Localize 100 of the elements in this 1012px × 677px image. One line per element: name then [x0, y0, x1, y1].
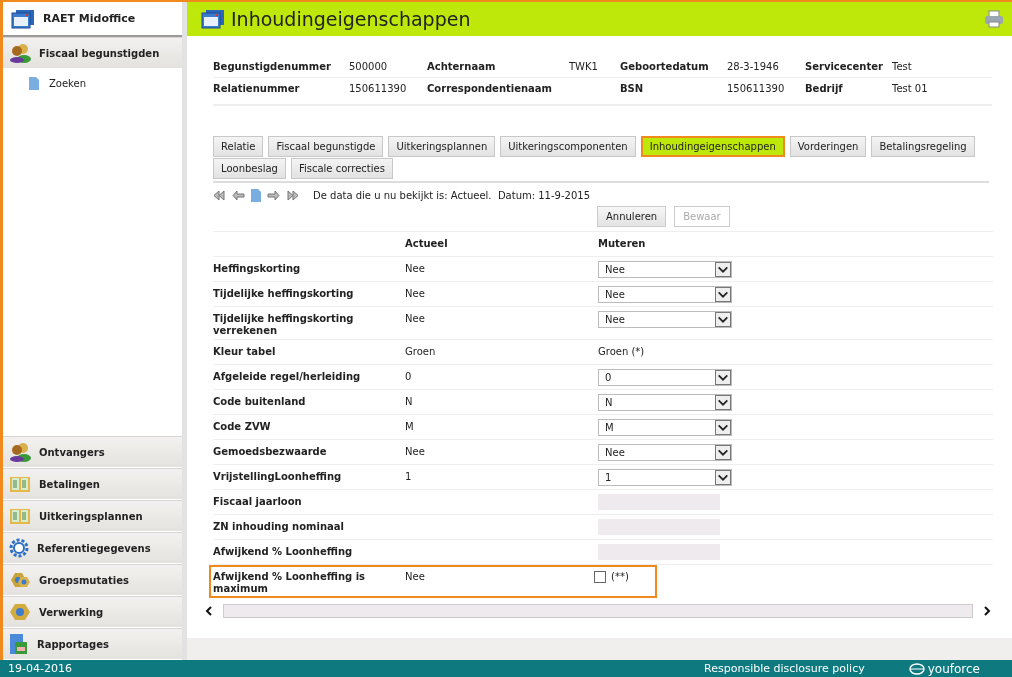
dropdown[interactable]: M [598, 419, 732, 436]
current-value: 1 [405, 471, 413, 483]
row-label: Afgeleide regel/herleiding [213, 371, 362, 383]
sidebar-section[interactable]: Ontvangers [3, 436, 182, 468]
field-label: Relatienummer [213, 82, 301, 96]
gear-icon [9, 538, 29, 558]
dropdown[interactable]: Nee [598, 286, 732, 303]
caret-icon[interactable] [715, 445, 731, 460]
hex-nut-icon [9, 603, 31, 621]
field-label: Begunstigdenummer [213, 56, 349, 78]
current-value: N [405, 396, 414, 408]
footer-date: 19-04-2016 [8, 662, 73, 675]
current-value: Nee [405, 313, 426, 325]
row-label: VrijstellingLoonheffing [213, 471, 343, 483]
window-icon [11, 8, 35, 29]
people-icon [9, 43, 31, 63]
sidebar-section[interactable]: Uitkeringsplannen [3, 500, 182, 532]
current-value: Groen [405, 346, 437, 358]
tab[interactable]: Uitkeringsplannen [388, 136, 496, 157]
back-arrow-icon[interactable] [232, 190, 245, 201]
sidebar-section[interactable]: Groepsmutaties [3, 564, 182, 596]
dropdown[interactable]: 0 [598, 369, 732, 386]
row-label: Code ZVW [213, 421, 272, 433]
field-value: 150611390 [349, 82, 408, 96]
row-label: ZN inhouding nominaal [213, 521, 345, 533]
printer-icon[interactable] [984, 10, 1004, 28]
tab[interactable]: Inhoudingeigenschappen [640, 136, 785, 157]
row-label: Tijdelijke heffingskorting [213, 288, 355, 300]
dropdown[interactable]: Nee [598, 444, 732, 461]
logo: youforce [908, 661, 980, 676]
sidebar-section[interactable]: Rapportages [3, 628, 182, 660]
tab[interactable]: Relatie [213, 136, 264, 157]
field-value: Test [892, 56, 992, 78]
hex-nuts-icon [9, 571, 31, 589]
page-title: Inhoudingeigenschappen [231, 8, 472, 30]
status-text: De data die u nu bekijkt is: Actueel. Datum: 11-9-2015 [313, 190, 590, 201]
sidebar-section[interactable]: Verwerking [3, 596, 182, 628]
row-label: Kleur tabel [213, 346, 277, 358]
last-icon[interactable] [286, 190, 299, 201]
current-value: Nee [405, 288, 426, 300]
current-value: M [405, 421, 415, 433]
action-button[interactable]: Annuleren [597, 206, 667, 227]
field-label: Bedrijf [805, 82, 844, 96]
row-label: Gemoedsbezwaarde [213, 446, 328, 458]
tab[interactable]: Betalingsregeling [871, 136, 975, 157]
current-value: Nee [405, 571, 426, 583]
column-header: Actueel [405, 238, 449, 250]
people-icon [9, 442, 31, 462]
row-label: Afwijkend % Loonheffing is maximum [213, 571, 367, 595]
field-label: Servicecenter [805, 56, 892, 78]
book-icon [9, 475, 31, 493]
caret-icon[interactable] [715, 420, 731, 435]
tab[interactable]: Fiscale correcties [290, 158, 393, 179]
caret-icon[interactable] [715, 395, 731, 410]
first-icon[interactable] [213, 190, 226, 201]
tab[interactable]: Uitkeringscomponenten [500, 136, 636, 157]
window-icon [201, 9, 225, 29]
caret-icon[interactable] [715, 312, 731, 327]
row-label: Tijdelijke heffingskorting verrekenen [213, 313, 355, 337]
column-header: Muteren [598, 238, 647, 250]
scroll-left-icon[interactable] [205, 606, 213, 616]
row-label: Afwijkend % Loonheffing [213, 546, 354, 558]
field-value: 500000 [349, 56, 427, 78]
caret-icon[interactable] [715, 370, 731, 385]
horizontal-scrollbar[interactable] [223, 604, 973, 618]
document-icon [251, 189, 261, 202]
field-value: Test 01 [892, 82, 929, 96]
caret-icon[interactable] [715, 262, 731, 277]
row-label: Heffingskorting [213, 263, 302, 275]
field-label: Achternaam [427, 56, 569, 78]
tab[interactable]: Loonbeslag [213, 158, 286, 179]
field-label: BSN [620, 82, 645, 96]
row-label: Fiscaal jaarloon [213, 496, 303, 508]
tab[interactable]: Fiscaal begunstigde [268, 136, 384, 157]
dropdown[interactable]: Nee [598, 311, 732, 328]
current-value: 0 [405, 371, 413, 383]
field-label: Correspondentienaam [427, 82, 554, 96]
row-label: Code buitenland [213, 396, 307, 408]
sidebar-item[interactable]: Zoeken [3, 69, 182, 98]
forward-arrow-icon[interactable] [267, 190, 280, 201]
dropdown[interactable]: Nee [598, 261, 732, 278]
footer-link[interactable]: Responsible disclosure policy [704, 662, 865, 675]
field-value: 28-3-1946 [727, 56, 805, 78]
sidebar-section[interactable]: Betalingen [3, 468, 182, 500]
caret-icon[interactable] [715, 287, 731, 302]
sidebar-section[interactable]: Fiscaal begunstigden [3, 37, 182, 69]
field-value: TWK1 [569, 56, 620, 78]
dropdown[interactable]: N [598, 394, 732, 411]
checkbox[interactable] [594, 571, 606, 583]
scroll-right-icon[interactable] [983, 606, 991, 616]
caret-icon[interactable] [715, 470, 731, 485]
field-label: Geboortedatum [620, 56, 727, 78]
tab[interactable]: Vorderingen [789, 136, 867, 157]
report-icon [9, 633, 29, 655]
current-value: Nee [405, 263, 426, 275]
dropdown[interactable]: 1 [598, 469, 732, 486]
sidebar-section[interactable]: Referentiegegevens [3, 532, 182, 564]
book-icon [9, 507, 31, 525]
footnote-mark: (**) [611, 571, 629, 583]
current-value: Nee [405, 446, 426, 458]
